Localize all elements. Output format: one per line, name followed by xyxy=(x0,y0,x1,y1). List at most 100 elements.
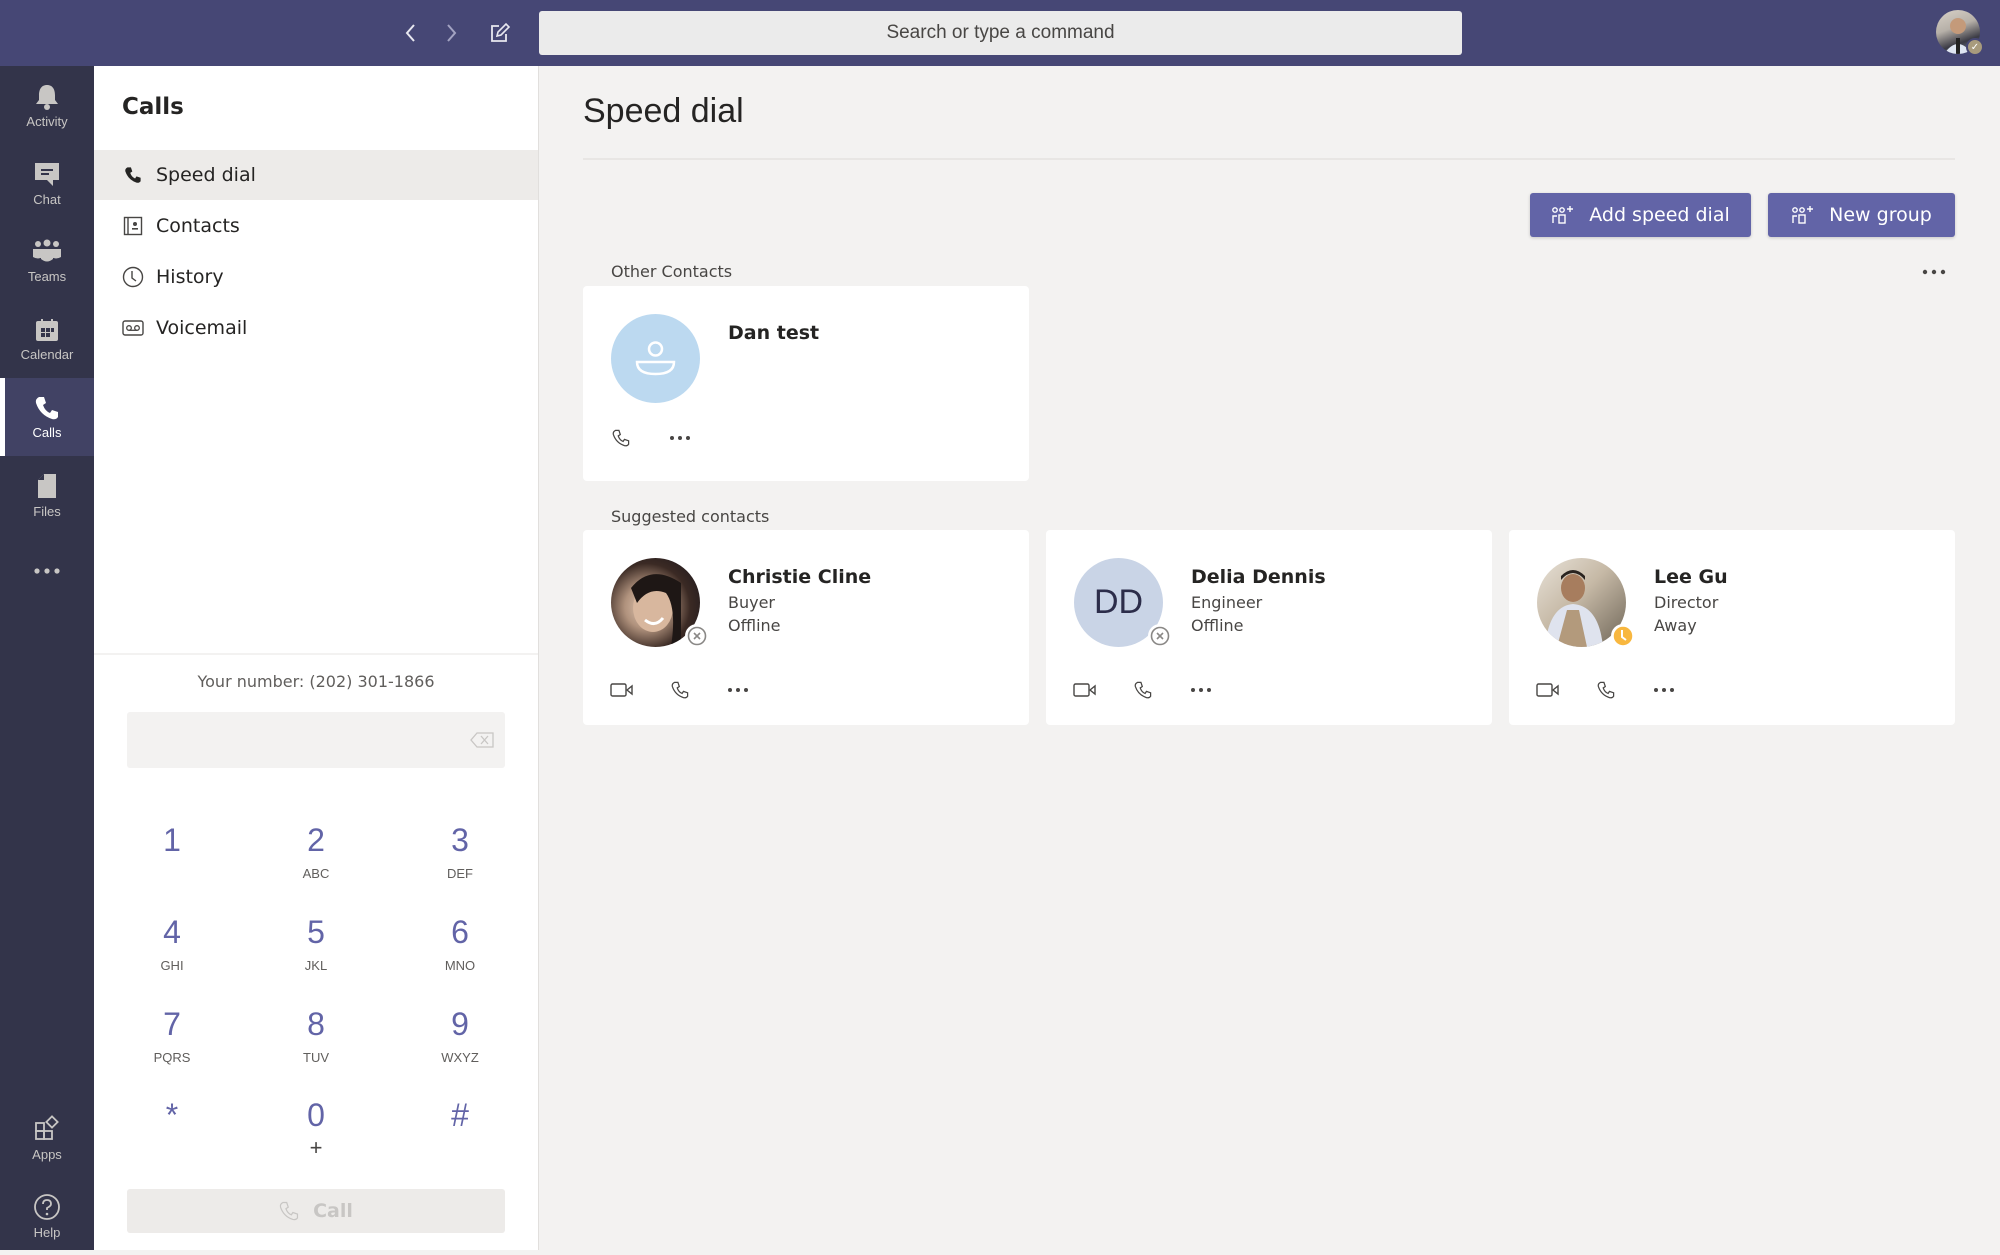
panel-item-voicemail[interactable]: Voicemail xyxy=(94,303,538,353)
video-call-button[interactable] xyxy=(607,678,637,702)
dial-key-letters: + xyxy=(309,1135,323,1160)
video-icon xyxy=(610,683,633,697)
panel-item-contacts[interactable]: Contacts xyxy=(94,201,538,251)
dial-key[interactable]: 3 DEF xyxy=(410,820,510,900)
phone-icon xyxy=(671,681,689,699)
contact-role: Buyer xyxy=(728,593,776,612)
suggested-contacts-label: Suggested contacts xyxy=(611,507,770,526)
add-speed-dial-button[interactable]: Add speed dial xyxy=(1530,193,1751,237)
call-button-label: Call xyxy=(313,1200,353,1222)
dial-key-digit: # xyxy=(451,1097,469,1133)
dial-key[interactable]: 9 WXYZ xyxy=(410,1004,510,1084)
new-group-button[interactable]: New group xyxy=(1768,193,1955,237)
section-more-button[interactable] xyxy=(1918,262,1950,282)
divider xyxy=(94,653,538,655)
dial-key-digit: 7 xyxy=(163,1006,181,1042)
backspace-icon xyxy=(470,732,494,748)
video-icon xyxy=(1073,683,1096,697)
search-placeholder: Search or type a command xyxy=(886,22,1115,43)
contact-role: Engineer xyxy=(1191,593,1263,612)
contact-card[interactable]: Christie Cline Buyer Offline xyxy=(583,530,1029,725)
dial-key-letters: MNO xyxy=(444,958,476,973)
rail-item-files[interactable]: Files xyxy=(0,456,94,534)
dial-key[interactable]: 4 GHI xyxy=(122,912,222,992)
phone-icon xyxy=(35,396,58,419)
forward-button[interactable] xyxy=(436,18,466,48)
dial-key-digit: 4 xyxy=(163,914,181,950)
backspace-button[interactable] xyxy=(470,732,494,748)
dial-key[interactable]: 5 JKL xyxy=(266,912,366,992)
call-contact-button[interactable] xyxy=(1128,678,1158,702)
contact-more-button[interactable] xyxy=(1186,678,1216,702)
search-input[interactable]: Search or type a command xyxy=(539,11,1462,55)
panel-item-label: Contacts xyxy=(156,215,240,237)
video-call-button[interactable] xyxy=(1533,678,1563,702)
dial-key[interactable]: 8 TUV xyxy=(266,1004,366,1084)
compose-button[interactable] xyxy=(485,18,515,48)
rail-label: Apps xyxy=(32,1146,62,1162)
rail-label: Calendar xyxy=(20,346,74,362)
contact-more-button[interactable] xyxy=(1649,678,1679,702)
rail-item-apps[interactable]: Apps xyxy=(0,1099,94,1177)
dial-key-letters: JKL xyxy=(304,958,328,973)
dial-key[interactable]: 0 + xyxy=(266,1095,366,1175)
dial-key-letters: DEF xyxy=(447,866,473,881)
dial-key-digit: * xyxy=(165,1097,179,1133)
voicemail-icon xyxy=(122,317,144,339)
panel-title: Calls xyxy=(122,94,184,120)
contact-more-button[interactable] xyxy=(665,426,695,450)
presence-away-icon xyxy=(1611,624,1635,648)
dial-key-letters: ABC xyxy=(302,866,330,881)
more-icon xyxy=(1191,688,1211,692)
phone-icon xyxy=(612,429,630,447)
contact-more-button[interactable] xyxy=(723,678,753,702)
top-bar: Search or type a command ✓ xyxy=(0,0,2000,66)
dial-key-digit: 9 xyxy=(451,1006,469,1042)
dial-key[interactable]: 7 PQRS xyxy=(122,1004,222,1084)
call-contact-button[interactable] xyxy=(606,426,636,450)
panel-item-label: History xyxy=(156,266,224,288)
contact-card[interactable]: Lee Gu Director Away xyxy=(1509,530,1955,725)
panel-item-history[interactable]: History xyxy=(94,252,538,302)
contact-card[interactable]: DD Delia Dennis Engineer Offline xyxy=(1046,530,1492,725)
dial-key[interactable]: 6 MNO xyxy=(410,912,510,992)
call-button[interactable]: Call xyxy=(127,1189,505,1233)
dial-key-digit: 0 xyxy=(307,1097,325,1133)
contact-status: Offline xyxy=(728,616,781,635)
help-icon xyxy=(34,1193,60,1220)
dial-key[interactable]: 2 ABC xyxy=(266,820,366,900)
avatar xyxy=(611,314,700,403)
dial-key[interactable]: 1 xyxy=(122,820,222,900)
dial-key-digit: 8 xyxy=(307,1006,325,1042)
contact-status: Offline xyxy=(1191,616,1244,635)
dial-key[interactable]: # xyxy=(410,1095,510,1175)
rail-item-help[interactable]: Help xyxy=(0,1177,94,1255)
video-icon xyxy=(1536,683,1559,697)
rail-item-calendar[interactable]: Calendar xyxy=(0,300,94,378)
dial-number-input[interactable] xyxy=(127,712,505,768)
call-contact-button[interactable] xyxy=(665,678,695,702)
file-icon xyxy=(38,473,56,498)
compose-icon xyxy=(491,22,511,42)
rail-label: Chat xyxy=(33,191,61,207)
apps-icon xyxy=(35,1114,59,1140)
divider xyxy=(583,158,1955,160)
call-contact-button[interactable] xyxy=(1591,678,1621,702)
rail-item-more[interactable] xyxy=(0,534,94,612)
rail-item-chat[interactable]: Chat xyxy=(0,144,94,222)
bell-icon xyxy=(36,84,58,110)
dial-key[interactable]: * xyxy=(122,1095,222,1175)
dial-key-digit: 1 xyxy=(163,822,181,858)
contact-card[interactable]: Dan test xyxy=(583,286,1029,481)
more-icon xyxy=(728,688,748,692)
back-button[interactable] xyxy=(396,18,426,48)
more-icon xyxy=(670,436,690,440)
rail-item-teams[interactable]: Teams xyxy=(0,222,94,300)
video-call-button[interactable] xyxy=(1070,678,1100,702)
rail-item-activity[interactable]: Activity xyxy=(0,66,94,144)
app-rail: Activity Chat Teams Calendar Calls Files… xyxy=(0,66,94,1250)
your-number: Your number: (202) 301-1866 xyxy=(197,672,435,691)
rail-item-calls[interactable]: Calls xyxy=(0,378,94,456)
presence-offline-icon xyxy=(1148,624,1172,648)
panel-item-speed-dial[interactable]: Speed dial xyxy=(94,150,538,200)
